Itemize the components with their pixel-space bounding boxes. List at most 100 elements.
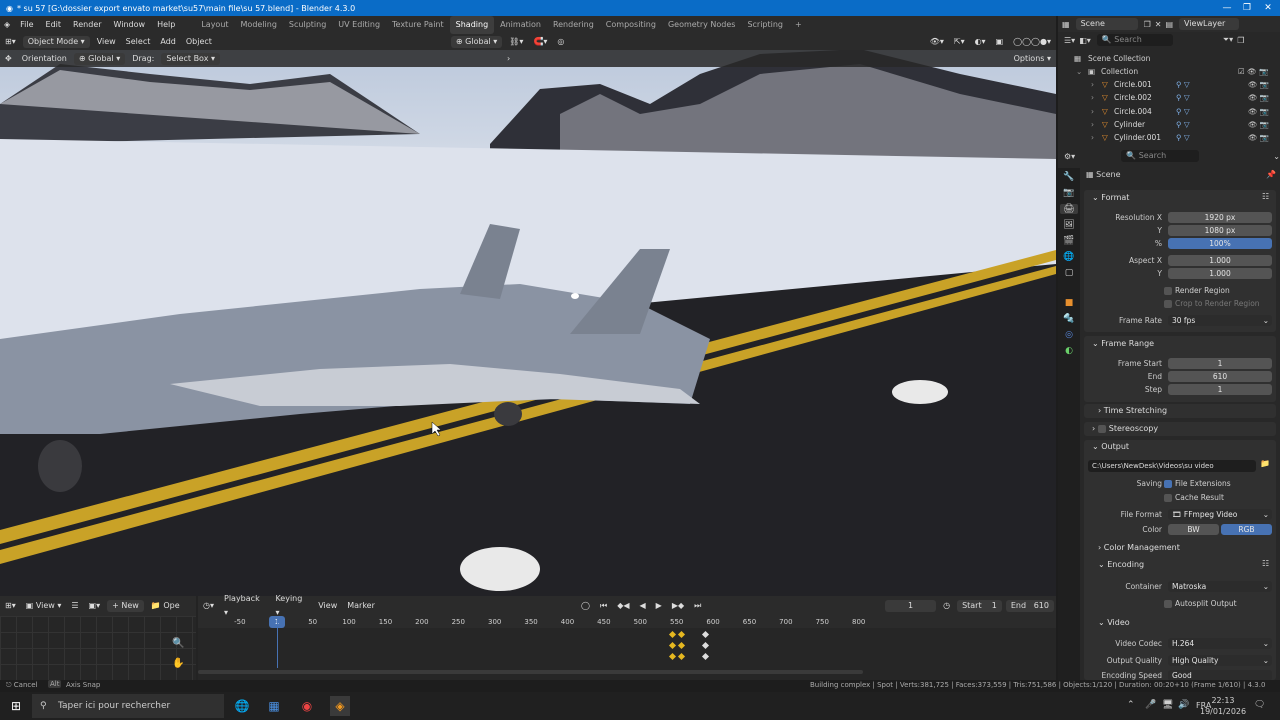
scene-field[interactable]: Scene [1075,18,1138,30]
menu-edit[interactable]: Edit [40,16,68,34]
container-dropdown[interactable]: Matroska ⌄ [1168,581,1272,592]
encoding-subpanel[interactable]: ⌄ Encoding [1098,558,1144,572]
jump-start-icon[interactable]: ⏮ [595,599,612,613]
orientation-dropdown[interactable]: ⊕ Global ▾ [73,52,126,65]
visibility-icons[interactable]: 👁 📷 [1248,91,1269,104]
end-frame-field[interactable]: End 610 [1005,600,1054,612]
modifier-tab-icon[interactable]: 🔩 [1063,314,1074,324]
new-button[interactable]: + New [107,600,144,612]
visibility-icons[interactable]: 👁 📷 [1248,105,1269,118]
options-dropdown[interactable]: Options ▾ [1009,52,1056,66]
frame-start-field[interactable]: 1 [1168,358,1272,369]
res-y-field[interactable]: 1080 px [1168,225,1272,236]
keyframe-marker[interactable] [701,630,709,639]
encoding-presets-icon[interactable]: ☷ [1262,559,1269,568]
chrome-app-icon[interactable]: ◉ [297,696,317,716]
keyframe-marker[interactable] [701,652,709,661]
network-icon[interactable]: 🖥 [1162,700,1173,710]
tab-layout[interactable]: Layout [195,16,234,34]
editor-type-icon[interactable]: ⚙▾ [1064,152,1075,161]
record-icon[interactable]: ◯ [576,599,595,613]
tab-sculpting[interactable]: Sculpting [283,16,332,34]
list-icon[interactable]: ☰ [66,599,83,613]
video-subpanel[interactable]: ⌄ Video [1098,616,1130,630]
view-menu[interactable]: ▣ View ▾ [21,599,67,613]
autosplit-checkbox[interactable]: Autosplit Output [1164,597,1237,610]
prev-key-icon[interactable]: ◆◀ [612,599,634,613]
keyframe-marker[interactable] [678,652,686,661]
outliner-item[interactable]: › ▽ Circle.002 ⚲ ▽ 👁 📷 [1058,91,1280,104]
collection-tab-icon[interactable]: ▢ [1065,268,1074,278]
transform-tool-icon[interactable]: ✥ [0,52,17,66]
frame-step-field[interactable]: 1 [1168,384,1272,395]
keyframe-marker[interactable] [668,652,677,661]
menu-select[interactable]: Select [121,35,156,49]
keyframe-marker[interactable] [701,641,709,650]
play-icon[interactable]: ▶ [651,599,667,613]
blender-menu-icon[interactable]: ◈ [0,16,14,34]
tab-animation[interactable]: Animation [494,16,547,34]
file-extensions-checkbox[interactable]: File Extensions [1164,477,1231,490]
overlay-icon[interactable]: ◐▾ [970,35,991,49]
file-format-dropdown[interactable]: 🎞 FFmpeg Video ⌄ [1168,509,1272,520]
menu-help[interactable]: Help [151,16,181,34]
windows-start-icon[interactable]: ⊞ [6,696,26,716]
options-chevron-icon[interactable]: ⌄ [1273,152,1280,161]
minimize-button[interactable]: — [1217,0,1237,16]
menu-file[interactable]: File [14,16,39,34]
collection-row[interactable]: ⌄ ▣ Collection ☑ 👁 📷 [1058,65,1280,78]
encoding-speed-dropdown[interactable]: Good [1168,670,1272,680]
tab-modeling[interactable]: Modeling [235,16,283,34]
expand-arrow-icon[interactable]: › [1091,105,1094,118]
expand-arrow-icon[interactable]: › [1091,91,1094,104]
new-collection-icon[interactable]: ❐ [1237,36,1244,45]
time-stretching-panel[interactable]: › Time Stretching [1084,404,1276,418]
next-key-icon[interactable]: ▶◆ [667,599,689,613]
playhead[interactable] [277,616,278,668]
aspect-x-field[interactable]: 1.000 [1168,255,1272,266]
res-x-field[interactable]: 1920 px [1168,212,1272,223]
visibility-icons[interactable]: 👁 📷 [1248,131,1269,144]
marker-menu[interactable]: Marker [342,599,380,613]
keyframe-marker[interactable] [668,641,677,650]
stereoscopy-panel[interactable]: › Stereoscopy [1084,422,1276,436]
expand-arrow-icon[interactable]: › [1091,78,1094,91]
menu-view[interactable]: View [92,35,121,49]
output-path-field[interactable]: C:\Users\NewDesk\Videos\su video [1088,460,1256,472]
properties-search[interactable]: 🔍 Search [1121,150,1200,162]
visibility-icons[interactable]: 👁 📷 [1248,118,1269,131]
scene-collection-row[interactable]: ▦ Scene Collection [1058,52,1280,65]
frame-rate-dropdown[interactable]: 30 fps ⌄ [1168,315,1272,326]
editor-type-icon[interactable]: ☰▾ [1064,36,1075,45]
add-workspace-button[interactable]: + [789,16,808,34]
shading-modes-icon[interactable]: ◯◯◯●▾ [1008,35,1056,49]
expand-arrow-icon[interactable]: › [1091,118,1094,131]
keyframe-area[interactable] [198,616,1056,680]
frame-range-header[interactable]: ⌄ Frame Range [1092,337,1154,351]
filter-icon[interactable]: ⏷▾ [1223,35,1233,45]
blender-app-icon[interactable]: ◈ [330,696,350,716]
pan-hand-icon[interactable]: ✋ [172,658,184,669]
visibility-icons[interactable]: 👁 📷 [1248,78,1269,91]
color-bw-toggle[interactable]: BW [1168,524,1219,535]
world-tab-icon[interactable]: 🌐 [1063,252,1074,262]
clock-time[interactable]: 22:13 [1210,696,1236,705]
graph-area[interactable]: 🔍 ✋ [0,616,196,680]
color-rgb-toggle[interactable]: RGB [1221,524,1272,535]
outliner-item[interactable]: › ▽ Cylinder ⚲ ▽ 👁 📷 [1058,118,1280,131]
timeline-type-icon[interactable]: ◷▾ [198,599,219,613]
output-tab-icon[interactable]: 🖨 [1060,204,1078,214]
current-frame-field[interactable]: 1 [884,600,937,612]
menu-add[interactable]: Add [155,35,181,49]
new-scene-icon[interactable]: ❐ [1144,20,1151,29]
visibility-icon[interactable]: 👁▾ [925,35,949,49]
output-header[interactable]: ⌄ Output [1092,440,1129,454]
expand-arrow-icon[interactable]: › [1091,131,1094,144]
crop-region-checkbox[interactable]: Crop to Render Region [1164,297,1260,310]
tab-texture-paint[interactable]: Texture Paint [386,16,450,34]
view-layer-field[interactable]: ViewLayer [1179,18,1239,30]
delete-scene-icon[interactable]: ✕ [1155,20,1162,29]
physics-tab-icon[interactable]: ◎ [1065,330,1073,340]
tab-shading[interactable]: Shading [449,16,495,34]
pivot-icon[interactable]: ⛓▾ [504,35,528,49]
